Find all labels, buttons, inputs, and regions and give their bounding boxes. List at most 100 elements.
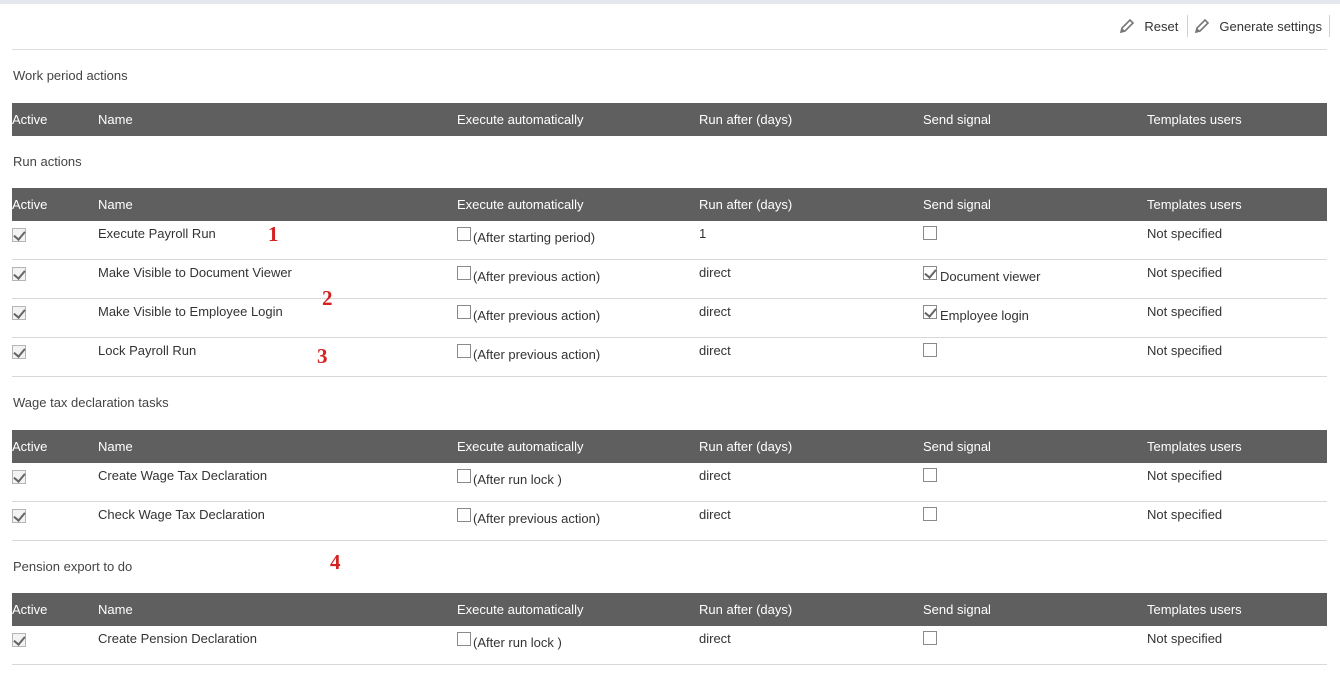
active-checkbox[interactable] xyxy=(12,305,26,320)
execute-automatically-label: (After previous action) xyxy=(473,347,601,362)
column-header[interactable]: Send signal xyxy=(923,188,1147,221)
run-after-value: direct xyxy=(699,468,731,483)
column-header[interactable]: Run after (days) xyxy=(699,188,923,221)
action-name: Make Visible to Document Viewer xyxy=(98,265,292,280)
active-checkbox[interactable] xyxy=(12,227,26,242)
column-header[interactable]: Active xyxy=(12,430,98,463)
execute-automatically-checkbox[interactable] xyxy=(457,344,471,358)
templates-users-value: Not specified xyxy=(1147,468,1223,483)
action-name: Execute Payroll Run xyxy=(98,226,216,241)
column-header[interactable]: Execute automatically xyxy=(457,103,699,136)
table-header-row: Active Name Execute automatically Run after… xyxy=(12,103,1327,136)
column-header[interactable]: Name xyxy=(98,593,457,626)
templates-users-value: Not specified xyxy=(1147,304,1223,319)
active-checkbox[interactable] xyxy=(12,469,26,484)
send-signal-checkbox[interactable] xyxy=(923,305,937,319)
send-signal-label: Employee login xyxy=(940,308,1029,323)
execute-automatically-label: (After run lock ) xyxy=(473,472,562,487)
send-signal-checkbox[interactable] xyxy=(923,226,937,240)
active-checkbox[interactable] xyxy=(12,508,26,523)
column-header[interactable]: Execute automatically xyxy=(457,430,699,463)
active-checkbox[interactable] xyxy=(12,632,26,647)
templates-users-value: Not specified xyxy=(1147,507,1223,522)
toolbar: Reset Generate settings xyxy=(1118,13,1330,39)
active-checkbox[interactable] xyxy=(12,344,26,359)
column-header[interactable]: Run after (days) xyxy=(699,430,923,463)
column-header[interactable]: Name xyxy=(98,103,457,136)
column-header[interactable]: Templates users xyxy=(1147,430,1327,463)
send-signal-checkbox[interactable] xyxy=(923,266,937,280)
column-header[interactable]: Name xyxy=(98,430,457,463)
reset-label: Reset xyxy=(1144,18,1179,34)
generate-settings-label: Generate settings xyxy=(1219,18,1322,34)
action-name: Create Wage Tax Declaration xyxy=(98,468,268,483)
annotation-marker: 4 xyxy=(330,550,341,574)
annotation-marker: 2 xyxy=(322,286,333,310)
run-after-value: direct xyxy=(699,304,731,319)
execute-automatically-checkbox[interactable] xyxy=(457,305,471,319)
execute-automatically-checkbox[interactable] xyxy=(457,227,471,241)
send-signal-checkbox[interactable] xyxy=(923,631,937,645)
execute-automatically-label: (After previous action) xyxy=(473,511,601,526)
templates-users-value: Not specified xyxy=(1147,343,1223,358)
actions-table: Active Name Execute automatically Run after… xyxy=(12,430,1327,541)
column-header[interactable]: Active xyxy=(12,593,98,626)
pencil-icon xyxy=(1120,18,1135,34)
run-after-value: direct xyxy=(699,343,731,358)
section-title: Wage tax declaration tasks xyxy=(13,395,169,410)
send-signal-checkbox[interactable] xyxy=(923,507,937,521)
column-header[interactable]: Send signal xyxy=(923,593,1147,626)
section-title: Work period actions xyxy=(13,68,128,83)
reset-button[interactable]: Reset xyxy=(1118,17,1178,35)
pencil-icon xyxy=(1195,18,1210,34)
column-header[interactable]: Templates users xyxy=(1147,593,1327,626)
toolbar-divider xyxy=(1187,15,1189,37)
column-header[interactable]: Templates users xyxy=(1147,103,1327,136)
execute-automatically-checkbox[interactable] xyxy=(457,469,471,483)
templates-users-value: Not specified xyxy=(1147,265,1223,280)
column-header[interactable]: Execute automatically xyxy=(457,593,699,626)
action-name: Make Visible to Employee Login xyxy=(98,304,283,319)
column-header[interactable]: Active xyxy=(12,103,98,136)
templates-users-value: Not specified xyxy=(1147,226,1223,241)
run-after-value: direct xyxy=(699,265,731,280)
table-row: Check Wage Tax Declaration (After previou… xyxy=(12,501,1327,541)
generate-settings-button[interactable]: Generate settings xyxy=(1193,17,1322,35)
action-name: Create Pension Declaration xyxy=(98,631,257,646)
section-title: Run actions xyxy=(13,154,82,169)
action-name: Lock Payroll Run xyxy=(98,343,197,358)
send-signal-checkbox[interactable] xyxy=(923,343,937,357)
table-header-row: Active Name Execute automatically Run after… xyxy=(12,188,1327,221)
column-header[interactable]: Run after (days) xyxy=(699,103,923,136)
send-signal-checkbox[interactable] xyxy=(923,468,937,482)
table-header-row: Active Name Execute automatically Run after… xyxy=(12,430,1327,463)
action-name: Check Wage Tax Declaration xyxy=(98,507,265,522)
table-row: Execute Payroll Run (After starting perio… xyxy=(12,221,1327,260)
templates-users-value: Not specified xyxy=(1147,631,1223,646)
column-header[interactable]: Active xyxy=(12,188,98,221)
top-border xyxy=(0,0,1340,4)
send-signal-label: Document viewer xyxy=(940,269,1041,284)
column-header[interactable]: Send signal xyxy=(923,103,1147,136)
execute-automatically-label: (After previous action) xyxy=(473,269,601,284)
table-row: Create Wage Tax Declaration (After run lo… xyxy=(12,463,1327,502)
table-row: Make Visible to Document Viewer (After pr… xyxy=(12,259,1327,299)
annotation-marker: 3 xyxy=(317,344,328,368)
actions-table: Active Name Execute automatically Run after… xyxy=(12,188,1327,377)
toolbar-divider xyxy=(1329,15,1330,37)
active-checkbox[interactable] xyxy=(12,266,26,281)
execute-automatically-checkbox[interactable] xyxy=(457,508,471,522)
execute-automatically-checkbox[interactable] xyxy=(457,266,471,280)
execute-automatically-checkbox[interactable] xyxy=(457,632,471,646)
column-header[interactable]: Templates users xyxy=(1147,188,1327,221)
table-row: Create Pension Declaration (After run loc… xyxy=(12,626,1327,665)
column-header[interactable]: Execute automatically xyxy=(457,188,699,221)
execute-automatically-label: (After starting period) xyxy=(473,230,596,245)
annotation-marker: 1 xyxy=(268,222,279,246)
execute-automatically-label: (After run lock ) xyxy=(473,635,562,650)
run-after-value: direct xyxy=(699,631,731,646)
column-header[interactable]: Name xyxy=(98,188,457,221)
column-header[interactable]: Send signal xyxy=(923,430,1147,463)
column-header[interactable]: Run after (days) xyxy=(699,593,923,626)
run-after-value: 1 xyxy=(699,226,707,241)
